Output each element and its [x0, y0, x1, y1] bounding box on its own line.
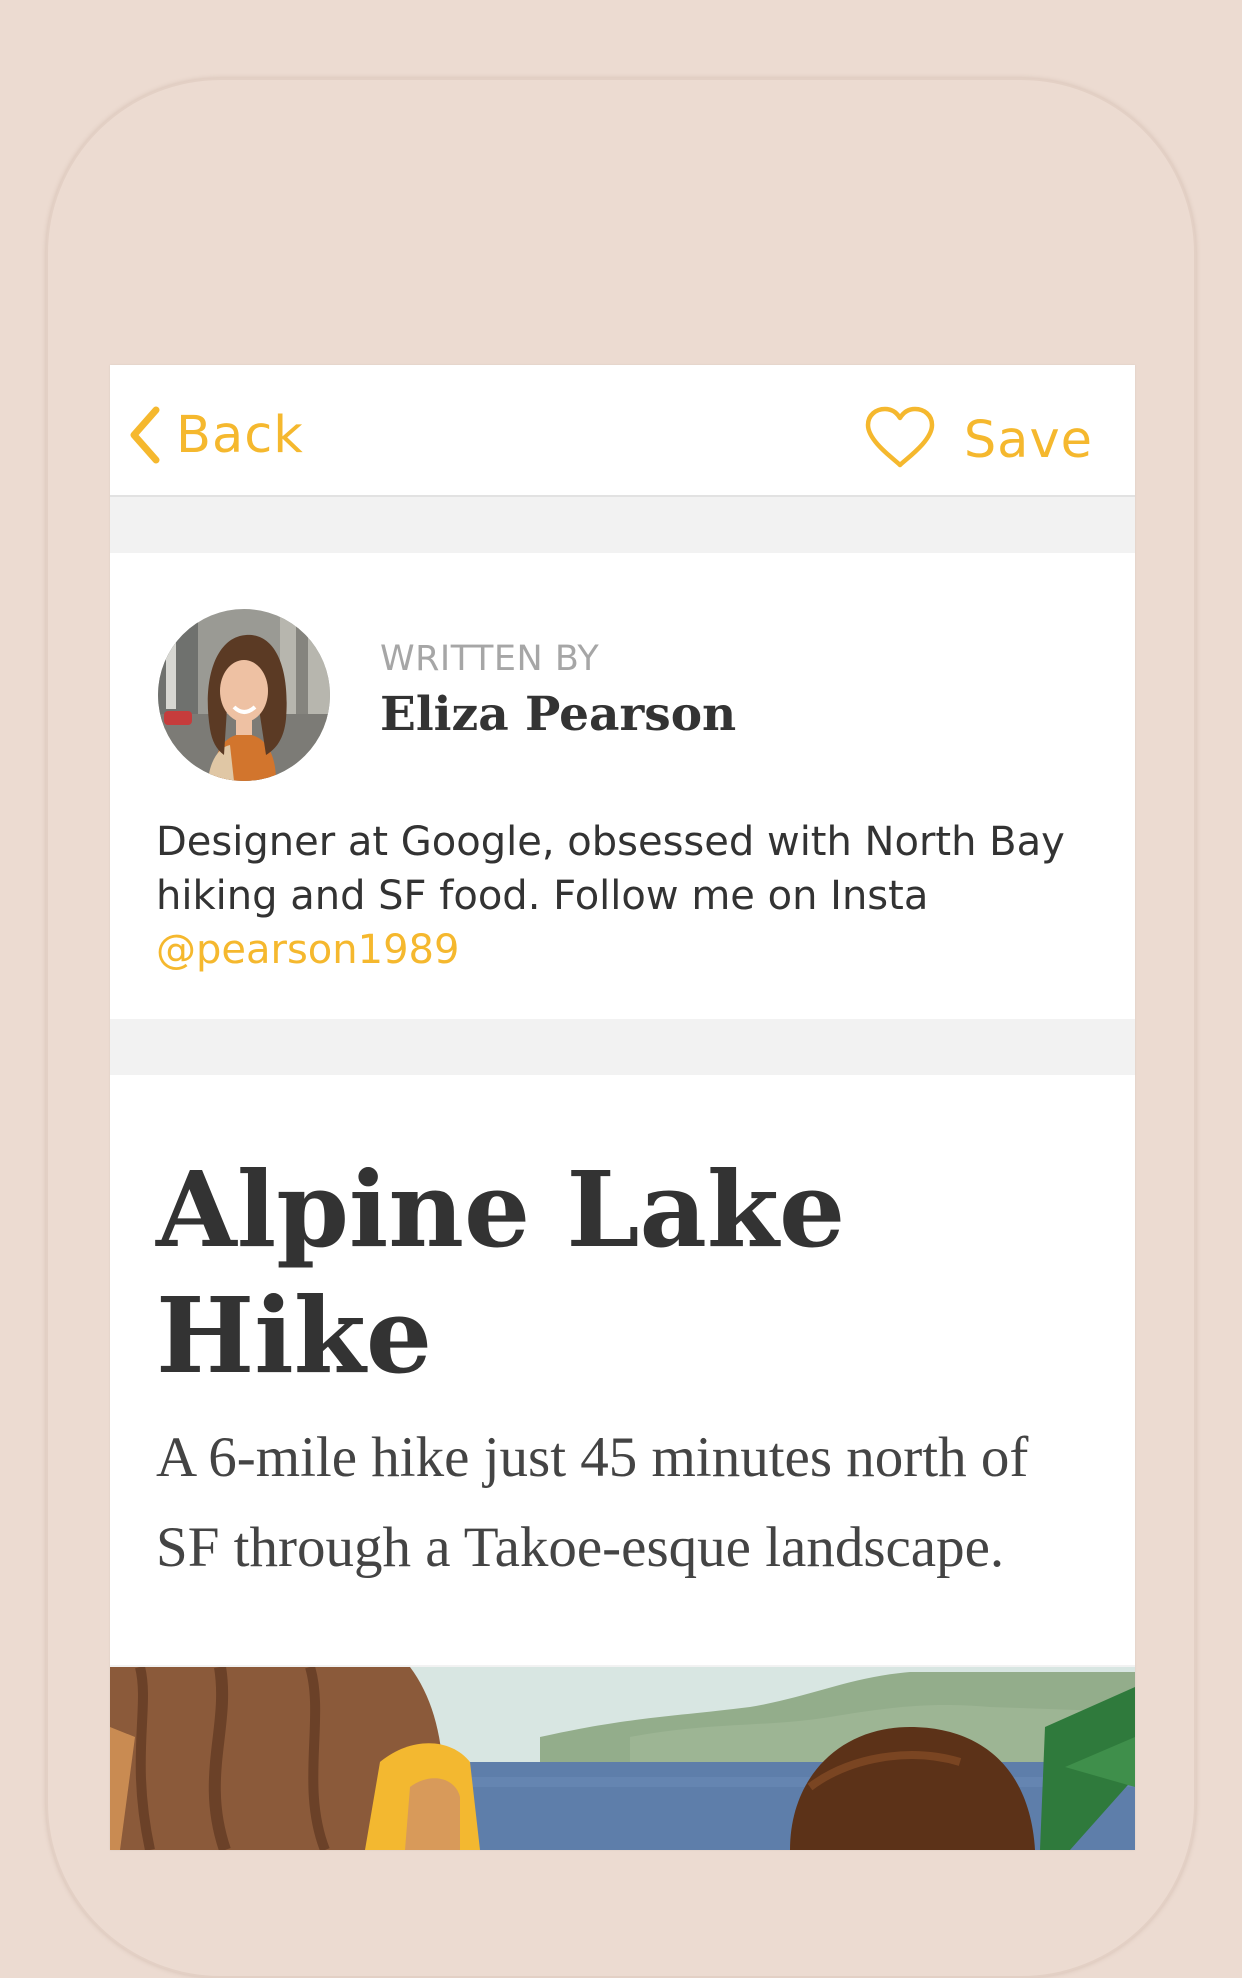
article-header: Alpine Lake Hike A 6-mile hike just 45 m… — [110, 1075, 1135, 1665]
article-title-line-2: Hike — [156, 1274, 432, 1397]
article-title-line-1: Alpine Lake — [156, 1148, 846, 1271]
author-avatar[interactable] — [158, 609, 330, 781]
hero-illustration — [110, 1665, 1135, 1850]
back-button[interactable]: Back — [128, 405, 304, 465]
chevron-left-icon — [128, 406, 162, 464]
top-navbar: Back Save — [110, 365, 1135, 497]
app-screen: Back Save WRITTEN BY Eliza Pearson Desig… — [110, 365, 1135, 1850]
article-title: Alpine Lake Hike — [156, 1147, 1056, 1399]
save-button[interactable]: Save — [864, 405, 1093, 475]
save-label: Save — [963, 410, 1093, 470]
author-bio-text: Designer at Google, obsessed with North … — [156, 819, 1065, 919]
back-label: Back — [176, 405, 304, 465]
author-bio: Designer at Google, obsessed with North … — [156, 815, 1106, 977]
author-name[interactable]: Eliza Pearson — [380, 687, 736, 742]
heart-outline-icon — [864, 406, 936, 475]
written-by-label: WRITTEN BY — [380, 639, 600, 679]
author-card: WRITTEN BY Eliza Pearson Designer at Goo… — [110, 553, 1135, 1019]
insta-handle-link[interactable]: @pearson1989 — [156, 927, 459, 973]
article-subtitle: A 6-mile hike just 45 minutes north of S… — [156, 1426, 1029, 1579]
